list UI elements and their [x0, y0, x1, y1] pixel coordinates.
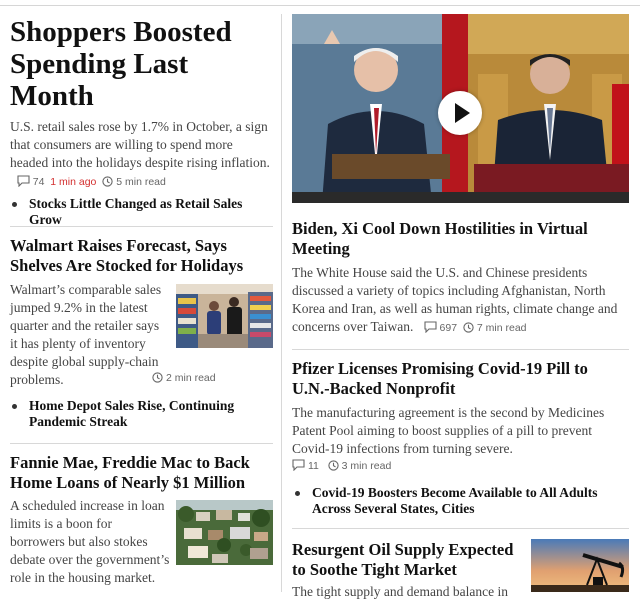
- related-link-stocks[interactable]: Stocks Little Changed as Retail Sales Gr…: [12, 196, 274, 228]
- walmart-summary: Walmart’s comparable sales jumped 9.2% i…: [10, 281, 170, 389]
- bullet-dot: [295, 491, 300, 496]
- biden-meta: 697 7 min read: [423, 321, 527, 334]
- related-link-label[interactable]: Stocks Little Changed as Retail Sales Gr…: [12, 196, 274, 228]
- lead-meta: 74 1 min ago 5 min read: [17, 175, 166, 188]
- oil-pump-photo: [531, 539, 629, 592]
- related-link-label[interactable]: Covid-19 Boosters Become Available to Al…: [295, 485, 635, 517]
- fannie-houses-image[interactable]: [176, 500, 273, 565]
- pfizer-summary: The manufacturing agreement is the secon…: [292, 404, 632, 458]
- clock-icon: [102, 176, 113, 187]
- biden-read-time: 7 min read: [476, 322, 527, 334]
- bullet-dot: [12, 202, 17, 207]
- top-rule: [0, 5, 640, 6]
- walmart-summary-text: Walmart’s comparable sales jumped 9.2% i…: [10, 282, 162, 387]
- walmart-meta: 2 min read: [152, 372, 216, 384]
- oil-headline[interactable]: Resurgent Oil Supply Expected to Soothe …: [292, 540, 517, 580]
- speech-bubble-icon: [292, 459, 305, 471]
- related-link-boosters[interactable]: Covid-19 Boosters Become Available to Al…: [295, 485, 635, 517]
- pfizer-meta: 11 3 min read: [292, 459, 391, 472]
- lead-comment-count[interactable]: 74: [33, 176, 45, 188]
- speech-bubble-icon: [17, 175, 30, 187]
- section-divider: [292, 349, 629, 350]
- play-icon: [455, 103, 470, 123]
- biden-xi-video[interactable]: [292, 14, 629, 203]
- clock-icon: [328, 460, 339, 471]
- houses-photo: [176, 500, 273, 565]
- video-play-button[interactable]: [438, 91, 482, 135]
- pfizer-read-time: 3 min read: [341, 460, 392, 472]
- related-link-home-depot[interactable]: Home Depot Sales Rise, Continuing Pandem…: [12, 398, 274, 430]
- lead-timestamp: 1 min ago: [50, 176, 97, 188]
- related-link-label[interactable]: Home Depot Sales Rise, Continuing Pandem…: [12, 398, 274, 430]
- pfizer-comment-count[interactable]: 11: [308, 460, 319, 472]
- oil-pump-image[interactable]: [531, 539, 629, 592]
- lead-summary-text: U.S. retail sales rose by 1.7% in Octobe…: [10, 119, 270, 170]
- lead-headline[interactable]: Shoppers Boosted Spending Last Month: [10, 16, 272, 112]
- fannie-summary-text: A scheduled increase in loan limits is a…: [10, 498, 170, 585]
- column-divider: [281, 14, 282, 592]
- fannie-summary: A scheduled increase in loan limits is a…: [10, 497, 170, 587]
- biden-comment-count[interactable]: 697: [440, 322, 458, 334]
- section-divider: [10, 443, 273, 444]
- speech-bubble-icon: [423, 321, 437, 333]
- pfizer-summary-text: The manufacturing agreement is the secon…: [292, 405, 605, 456]
- pfizer-headline[interactable]: Pfizer Licenses Promising Covid-19 Pill …: [292, 359, 629, 399]
- walmart-read-time: 2 min read: [166, 372, 216, 384]
- bullet-dot: [12, 404, 17, 409]
- section-divider: [10, 226, 273, 227]
- lead-read-time: 5 min read: [116, 176, 166, 188]
- walmart-headline[interactable]: Walmart Raises Forecast, Says Shelves Ar…: [10, 236, 272, 276]
- biden-summary: The White House said the U.S. and Chines…: [292, 264, 634, 337]
- clock-icon: [463, 322, 474, 333]
- walmart-photo: [176, 284, 273, 348]
- oil-summary: The tight supply and demand balance in: [292, 583, 522, 601]
- walmart-store-image[interactable]: [176, 284, 273, 348]
- section-divider: [292, 528, 629, 529]
- lead-summary: U.S. retail sales rose by 1.7% in Octobe…: [10, 118, 272, 191]
- biden-headline[interactable]: Biden, Xi Cool Down Hostilities in Virtu…: [292, 219, 629, 259]
- clock-icon: [152, 372, 163, 383]
- fannie-headline[interactable]: Fannie Mae, Freddie Mac to Back Home Loa…: [10, 453, 272, 493]
